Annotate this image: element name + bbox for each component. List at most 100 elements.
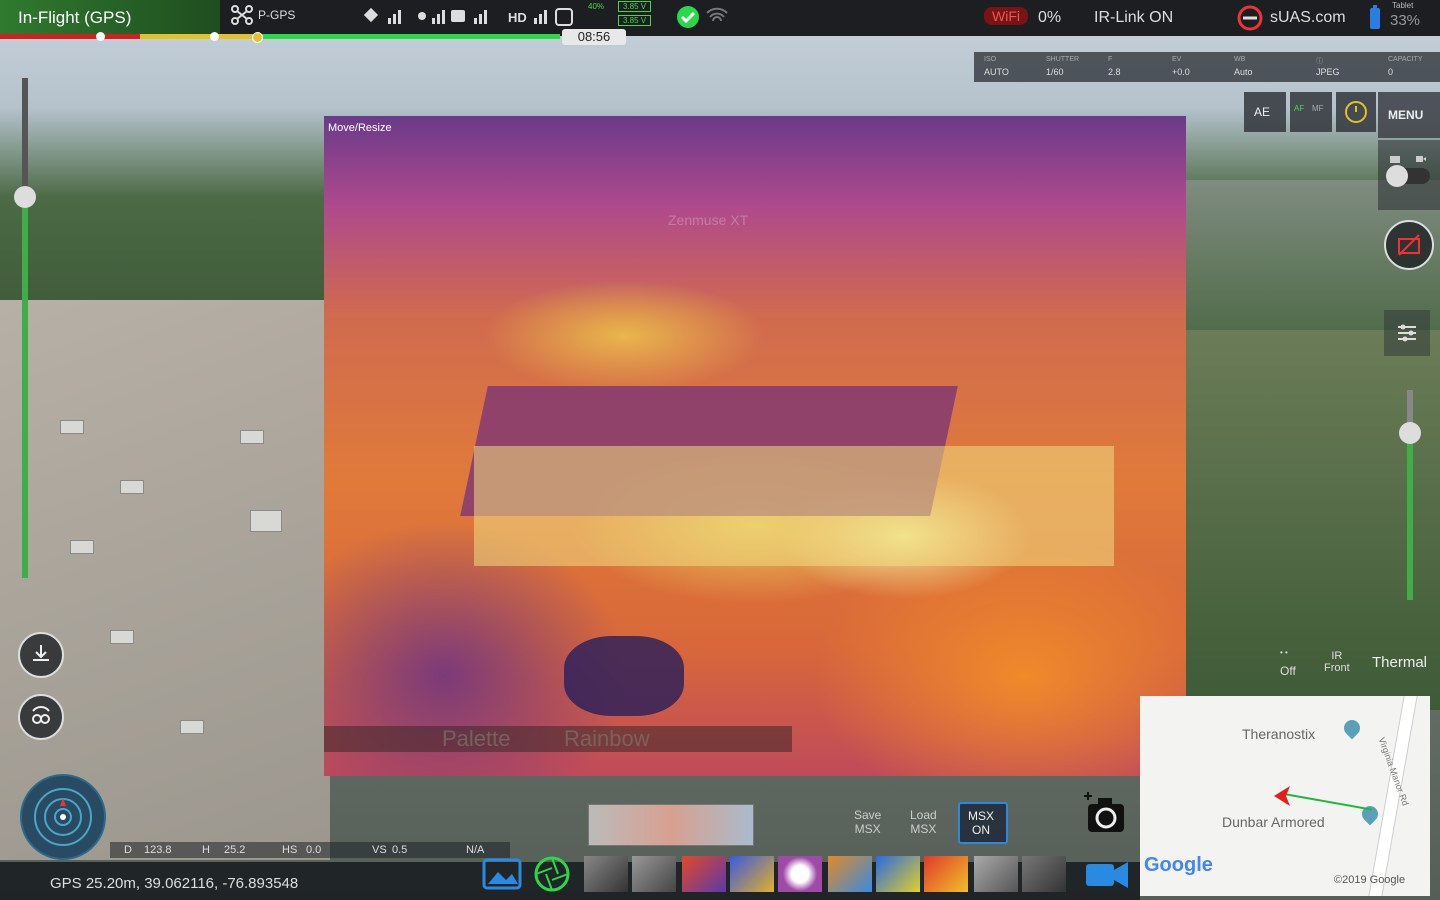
map-copyright: ©2019 Google — [1334, 874, 1406, 886]
focus-target-button[interactable] — [1336, 92, 1376, 132]
video-icon[interactable] — [1082, 856, 1132, 897]
menu-label: MENU — [1388, 108, 1424, 122]
aperture-icon[interactable] — [532, 856, 572, 897]
thermal-cold-spot — [564, 636, 684, 716]
telemetry-strip: D 123.8 H 25.2 HS 0.0 VS 0.5 N/A — [110, 842, 510, 858]
gallery-icon[interactable] — [480, 856, 524, 897]
palette-thumb[interactable] — [730, 856, 774, 892]
settings-sliders-icon — [1396, 322, 1418, 347]
photo-video-switch[interactable] — [1378, 140, 1440, 210]
rc-signal-icon — [416, 6, 446, 31]
palette-thumb[interactable] — [682, 856, 726, 892]
link-icon — [1236, 5, 1264, 36]
zoom-slider-top — [22, 78, 28, 198]
vspeed-value: 0.5 — [392, 844, 408, 856]
palette-thumb[interactable] — [924, 856, 968, 892]
google-logo: Google — [1144, 854, 1213, 876]
palette-thumb[interactable] — [828, 856, 872, 892]
cam-setting-label: EV — [1172, 56, 1182, 63]
load-msx-button[interactable]: Load MSX — [910, 808, 937, 836]
af-mf-toggle[interactable]: AF MF — [1290, 92, 1332, 132]
map-road — [1368, 696, 1418, 896]
flight-timer: 08:56 — [562, 29, 626, 45]
hspeed-label: HS — [282, 844, 298, 856]
flight-status[interactable]: In-Flight (GPS) — [0, 0, 220, 36]
palette-value: Rainbow — [564, 726, 650, 751]
tablet-label: Tablet — [1392, 1, 1414, 10]
camera-capture-icon[interactable] — [1082, 792, 1132, 843]
cam-setting-value: 1/60 — [1046, 67, 1064, 77]
camera-icon — [1390, 152, 1400, 166]
gps-mode-label: P-GPS — [258, 8, 296, 22]
thermal-pip-view[interactable]: Move/Resize Zenmuse XT Palette Rainbow — [324, 116, 1186, 776]
mf-label: MF — [1312, 104, 1324, 113]
palette-thumb[interactable] — [584, 856, 628, 892]
cam-setting-value: 2.8 — [1108, 67, 1121, 77]
switch-knob[interactable] — [1386, 165, 1408, 187]
palette-thumb[interactable] — [778, 856, 822, 892]
return-home-icon — [29, 705, 53, 734]
menu-button[interactable]: MENU — [1378, 92, 1440, 138]
msx-preview-thumbs[interactable] — [588, 804, 754, 846]
camera-settings-strip[interactable]: ISO AUTO SHUTTER 1/60 F 2.8 EV +0.0 WB A… — [974, 52, 1440, 82]
palette-selector[interactable]: Palette Rainbow — [324, 726, 792, 752]
compass-radar[interactable] — [20, 774, 106, 860]
ae-button[interactable]: AE — [1244, 92, 1286, 132]
volt-readout-1: 3.85 V — [618, 1, 652, 12]
wifi-label: WiFi — [984, 7, 1028, 25]
cam-setting-value: AUTO — [984, 67, 1009, 77]
rooftop-unit — [180, 720, 204, 734]
msx-on-label: MSX ON — [968, 809, 995, 837]
map-pin-icon — [1340, 716, 1364, 740]
drone-icon — [230, 4, 254, 31]
rooftop-unit — [110, 630, 134, 644]
cam-setting-label: CAPACITY — [1388, 56, 1423, 63]
zoom-slider[interactable] — [14, 78, 36, 578]
hd-label: HD — [508, 10, 527, 25]
gimbal-pitch-slider[interactable] — [1399, 390, 1421, 600]
mode-ir-front[interactable]: IR Front — [1324, 650, 1350, 674]
mode-off[interactable]: Off — [1280, 664, 1296, 678]
camera-settings-button[interactable] — [1384, 310, 1430, 356]
ir-link-status[interactable]: IR-Link ON — [1094, 9, 1173, 27]
gps-coordinates: GPS 25.20m, 39.062116, -76.893548 — [50, 875, 299, 892]
cam-setting-value: 0 — [1388, 67, 1394, 77]
save-msx-button[interactable]: Save MSX — [854, 808, 881, 836]
return-home-button[interactable] — [18, 694, 64, 740]
mini-map[interactable]: Theranostix Dunbar Armored Virginia Mano… — [1140, 696, 1430, 896]
battery-small-pct: 40% — [588, 2, 605, 11]
cam-setting-label: ⓘ — [1316, 58, 1323, 65]
takeoff-land-button[interactable] — [18, 632, 64, 678]
mode-thermal[interactable]: Thermal — [1372, 654, 1427, 671]
height-value: 25.2 — [224, 844, 246, 856]
satellite-icon — [363, 6, 404, 31]
battery-flight-progress — [0, 34, 560, 39]
palette-thumb[interactable] — [1022, 856, 1066, 892]
progress-marker — [210, 32, 219, 41]
gimbal-slider-knob[interactable] — [1399, 422, 1421, 444]
cam-setting-label: ISO — [984, 56, 997, 63]
ae-label: AE — [1254, 105, 1271, 119]
cam-setting-label: SHUTTER — [1046, 56, 1080, 63]
tablet-battery-icon — [1368, 5, 1382, 36]
download-icon — [30, 643, 52, 670]
af-label: AF — [1294, 104, 1305, 113]
parking-area — [1186, 330, 1440, 710]
battery-icon — [450, 6, 490, 31]
check-icon[interactable] — [676, 5, 700, 34]
palette-thumb[interactable] — [632, 856, 676, 892]
zoom-slider-knob[interactable] — [14, 186, 36, 208]
shutter-button[interactable] — [1384, 220, 1434, 270]
palette-thumb[interactable] — [876, 856, 920, 892]
bottom-bar: GPS 25.20m, 39.062116, -76.893548 — [0, 856, 1140, 900]
msx-on-toggle[interactable]: MSX ON — [958, 802, 1008, 844]
target-icon — [1344, 100, 1368, 127]
map-place-theranostix: Theranostix — [1242, 726, 1316, 742]
drone-position-icon — [1272, 778, 1375, 823]
palette-thumb[interactable] — [974, 856, 1018, 892]
distance-value: 123.8 — [144, 844, 172, 856]
mode-off-dots: • • — [1280, 648, 1288, 657]
cam-setting-label: F — [1108, 56, 1113, 63]
palette-label: Palette — [442, 726, 511, 751]
move-resize-label[interactable]: Move/Resize — [328, 122, 392, 134]
